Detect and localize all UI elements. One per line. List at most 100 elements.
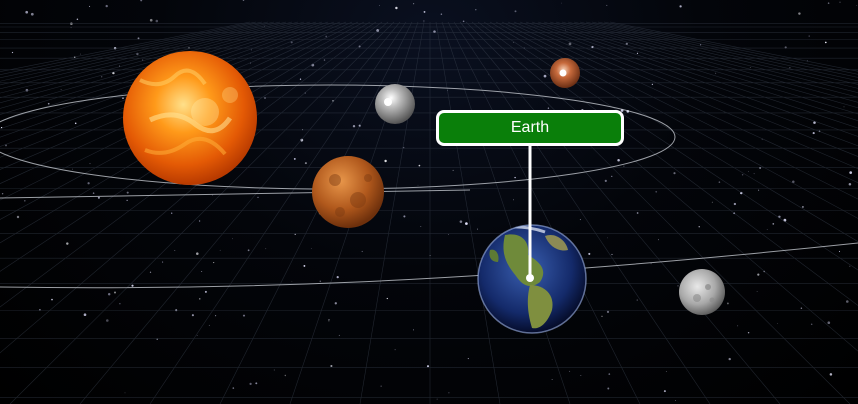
star xyxy=(677,285,679,287)
sun-icon[interactable] xyxy=(123,51,257,185)
star xyxy=(673,172,676,175)
star xyxy=(543,74,547,78)
moon-icon[interactable] xyxy=(679,269,725,315)
grid-line xyxy=(435,21,501,404)
star xyxy=(208,324,210,326)
star xyxy=(107,293,111,296)
star xyxy=(617,158,620,162)
star xyxy=(92,192,95,194)
star xyxy=(650,263,652,265)
star xyxy=(462,20,465,23)
solar-system-viewport[interactable]: Earth xyxy=(0,0,858,404)
star xyxy=(126,199,128,201)
star xyxy=(579,219,581,221)
star xyxy=(155,19,159,23)
star xyxy=(142,59,144,61)
star xyxy=(16,215,20,219)
star xyxy=(284,374,287,377)
star xyxy=(242,314,246,317)
star xyxy=(328,320,330,322)
grid-line xyxy=(531,21,858,137)
star xyxy=(436,398,438,400)
star xyxy=(623,165,625,167)
star xyxy=(124,392,126,394)
star xyxy=(87,182,90,185)
star xyxy=(131,284,134,287)
star xyxy=(607,237,608,239)
star xyxy=(213,262,215,264)
earth-label[interactable]: Earth xyxy=(436,110,624,146)
star xyxy=(47,102,50,105)
star xyxy=(89,163,91,165)
star xyxy=(149,18,153,22)
star xyxy=(753,173,755,175)
star xyxy=(675,400,677,401)
grid-line xyxy=(447,21,641,404)
star xyxy=(1,192,4,195)
star xyxy=(698,226,700,228)
star xyxy=(663,390,666,393)
star xyxy=(196,252,199,255)
grid-line xyxy=(453,21,711,404)
star xyxy=(777,323,778,324)
star xyxy=(66,242,69,245)
star xyxy=(440,13,443,15)
orbit-outer xyxy=(0,242,858,289)
star xyxy=(756,291,758,292)
star xyxy=(658,239,659,241)
star xyxy=(30,12,34,16)
star xyxy=(304,162,307,165)
star xyxy=(839,1,841,3)
star xyxy=(564,29,566,31)
star xyxy=(25,10,29,14)
star xyxy=(336,275,339,279)
star xyxy=(384,159,387,163)
star xyxy=(568,42,572,46)
star xyxy=(51,298,53,301)
star xyxy=(265,248,267,250)
star xyxy=(465,222,468,225)
star xyxy=(772,223,775,225)
grid-line xyxy=(483,21,858,271)
star xyxy=(198,220,201,222)
star xyxy=(426,365,430,368)
star xyxy=(242,0,245,1)
star xyxy=(606,310,610,314)
ecliptic-grid xyxy=(0,21,858,404)
star xyxy=(514,176,516,179)
starfield xyxy=(0,0,858,401)
star xyxy=(394,349,396,351)
star xyxy=(606,4,608,6)
star xyxy=(105,4,108,8)
star xyxy=(196,335,198,336)
grid-line xyxy=(543,21,858,121)
star xyxy=(476,228,478,230)
star xyxy=(249,382,252,386)
star xyxy=(636,212,639,214)
star xyxy=(11,51,14,54)
star xyxy=(386,297,388,300)
star xyxy=(829,373,833,376)
planet-mars-icon[interactable] xyxy=(550,58,580,88)
star xyxy=(812,132,815,135)
star xyxy=(74,122,77,125)
star xyxy=(201,271,203,272)
star xyxy=(608,373,611,375)
star xyxy=(801,205,804,208)
star xyxy=(361,250,363,253)
star xyxy=(715,72,717,74)
star xyxy=(395,6,398,10)
planet-mercury-icon[interactable] xyxy=(375,84,415,124)
star xyxy=(848,183,852,186)
planet-venus-icon[interactable] xyxy=(312,156,384,228)
star xyxy=(323,59,326,61)
star xyxy=(412,329,415,331)
grid-line xyxy=(549,21,858,115)
star xyxy=(604,179,607,182)
star xyxy=(106,319,109,322)
star xyxy=(665,371,667,372)
star xyxy=(310,248,312,249)
star xyxy=(72,168,73,170)
star xyxy=(257,196,259,199)
star xyxy=(420,226,422,228)
